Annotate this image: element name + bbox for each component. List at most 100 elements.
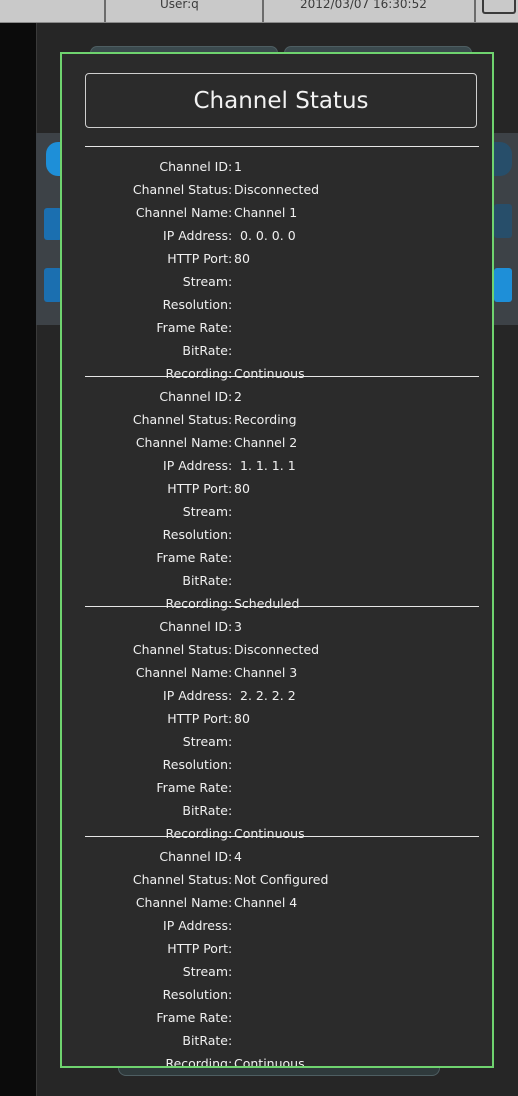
field-label: Stream [182,504,228,519]
field-colon: : [228,987,233,1002]
field-label: Resolution [162,527,228,542]
channel-field-stream: Stream: [62,730,492,753]
window-icon[interactable] [494,204,512,238]
field-colon: : [228,343,233,358]
field-label: Channel Name [135,435,228,450]
field-value: Not Configured [234,872,329,887]
field-value: 3 [234,619,242,634]
field-value: Channel 3 [234,665,298,680]
field-label: Stream [182,734,228,749]
field-colon: : [228,688,233,703]
field-colon: : [228,941,233,956]
channel-field-http-port: HTTP Port:80 [62,247,492,270]
field-colon: : [228,849,233,864]
channel-divider [85,836,479,837]
field-colon: : [228,665,233,680]
status-bar-separator [262,0,264,22]
field-label: Recording [165,366,228,381]
field-label: Recording [165,1056,228,1068]
field-colon: : [228,826,233,841]
channel-field-bitrate: BitRate: [62,1029,492,1052]
field-label: HTTP Port [167,711,228,726]
channel-field-resolution: Resolution: [62,523,492,546]
field-value: Channel 4 [234,895,298,910]
channel-divider [85,146,479,147]
field-colon: : [228,550,233,565]
field-label: Frame Rate [156,550,228,565]
monitor-icon[interactable] [482,0,516,14]
field-label: Channel ID [159,159,228,174]
channel-field-frame-rate: Frame Rate: [62,776,492,799]
field-value: Channel 2 [234,435,298,450]
channel-field-ip-address: IP Address: [62,914,492,937]
channel-field-http-port: HTTP Port: [62,937,492,960]
channel-field-channel-id: Channel ID:3 [62,615,492,638]
channel-field-resolution: Resolution: [62,293,492,316]
field-value: Disconnected [234,642,320,657]
channel-field-ip-address: IP Address:1. 1. 1. 1 [62,454,492,477]
field-label: Channel ID [159,389,228,404]
field-colon: : [228,619,233,634]
field-colon: : [228,320,233,335]
field-label: Stream [182,964,228,979]
channel-field-channel-status: Channel Status: Disconnected [62,178,492,201]
field-label: Frame Rate [156,1010,228,1025]
channel-field-channel-name: Channel Name: Channel 4 [62,891,492,914]
channel-field-channel-name: Channel Name: Channel 2 [62,431,492,454]
channel-field-http-port: HTTP Port:80 [62,477,492,500]
field-label: HTTP Port [167,481,228,496]
field-label: Recording [165,596,228,611]
field-value: Continuous [234,1056,305,1068]
field-colon: : [228,435,233,450]
channel-field-channel-id: Channel ID:1 [62,155,492,178]
field-value: 1 [234,159,242,174]
field-colon: : [228,803,233,818]
settings-icon[interactable] [494,268,512,302]
field-label: IP Address [163,918,228,933]
channel-field-http-port: HTTP Port:80 [62,707,492,730]
field-colon: : [228,389,233,404]
field-colon: : [228,481,233,496]
channel-field-bitrate: BitRate: [62,339,492,362]
field-colon: : [228,1033,233,1048]
field-label: BitRate [182,343,228,358]
field-label: Recording [165,826,228,841]
field-colon: : [228,1010,233,1025]
channel-field-stream: Stream: [62,500,492,523]
field-colon: : [228,918,233,933]
field-value: 4 [234,849,242,864]
field-value: 0. 0. 0. 0 [240,228,296,243]
current-user-label: User:q [160,0,199,11]
channel-field-resolution: Resolution: [62,983,492,1006]
channel-field-channel-name: Channel Name: Channel 1 [62,201,492,224]
channel-field-ip-address: IP Address:0. 0. 0. 0 [62,224,492,247]
field-label: HTTP Port [167,251,228,266]
channel-field-bitrate: BitRate: [62,799,492,822]
field-value: Recording [234,412,297,427]
field-value: Channel 1 [234,205,298,220]
field-label: Resolution [162,757,228,772]
field-label: Stream [182,274,228,289]
channel-field-ip-address: IP Address:2. 2. 2. 2 [62,684,492,707]
field-label: IP Address [163,458,228,473]
field-value: Disconnected [234,182,320,197]
field-value: 2. 2. 2. 2 [240,688,296,703]
field-value: 1. 1. 1. 1 [240,458,296,473]
field-colon: : [228,412,233,427]
field-colon: : [228,228,233,243]
round-icon[interactable] [494,142,512,176]
field-label: IP Address [163,228,228,243]
channel-field-channel-id: Channel ID:4 [62,845,492,868]
channel-field-recording: Recording: Continuous [62,362,492,385]
channel-field-resolution: Resolution: [62,753,492,776]
status-bar-separator [474,0,476,22]
field-colon: : [228,182,233,197]
field-label: Channel Status [132,642,228,657]
field-label: Resolution [162,987,228,1002]
channel-status-dialog: Channel Status Channel ID:1 Channel Statu… [60,52,494,1068]
top-status-bar: User:q 2012/03/07 16:30:52 [0,0,518,23]
field-label: IP Address [163,688,228,703]
field-label: Channel Status [132,412,228,427]
field-colon: : [228,205,233,220]
field-label: Channel Status [132,182,228,197]
